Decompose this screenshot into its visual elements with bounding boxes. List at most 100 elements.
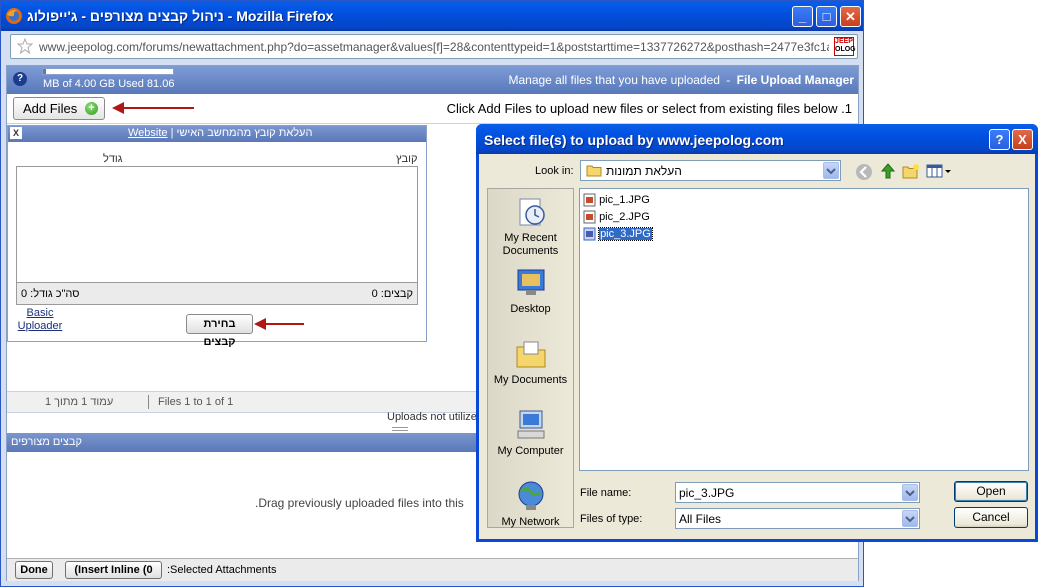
uploader-panel: X Website | העלאת קובץ מהמחשב האישי גודל…	[7, 125, 427, 348]
header-hint: Manage all files that you have uploaded	[508, 73, 720, 87]
jpg-file-icon	[583, 210, 596, 224]
bottom-bar: Done (Insert Inline (0 :Selected Attachm…	[7, 558, 858, 581]
pager-files-text: Files 1 to 1 of 1	[158, 396, 234, 408]
chevron-down-icon[interactable]	[902, 510, 918, 527]
close-icon: X	[1018, 132, 1027, 147]
dialog-help-button[interactable]: ?	[989, 129, 1010, 150]
attached-files-title: קבצים מצורפים	[11, 436, 82, 448]
place-my-documents-label: My Documents	[493, 374, 568, 386]
file-list[interactable]: pic_1.JPG pic_2.JPG pic_3.JPG	[579, 188, 1029, 471]
file-name: pic_2.JPG	[599, 211, 650, 223]
pager-page-text: עמוד 1 מתוך 1	[45, 396, 114, 408]
done-button[interactable]: Done	[15, 561, 53, 579]
site-logo-top: JEEP	[835, 38, 853, 45]
jpg-file-icon	[583, 193, 596, 207]
file-name-value: pic_3.JPG	[679, 486, 735, 500]
selected-attachments-label: :Selected Attachments	[167, 564, 277, 576]
site-logo-bottom: OLOG	[835, 46, 856, 53]
firefox-title-bar[interactable]: ניהול קבצים מצורפים - ג'ייפולוג - Mozill…	[1, 1, 863, 31]
basic-uploader-link-line2[interactable]: Uploader	[17, 320, 63, 333]
plus-icon: +	[85, 102, 98, 115]
file-name-label: File name:	[580, 487, 632, 499]
look-in-select[interactable]: העלאת תמונות	[580, 160, 841, 181]
file-name-input[interactable]: pic_3.JPG	[675, 482, 920, 503]
file-name: pic_1.JPG	[599, 194, 650, 206]
help-icon[interactable]: ?	[13, 72, 27, 86]
chevron-down-icon[interactable]	[902, 484, 918, 501]
help-icon: ?	[995, 132, 1004, 147]
uploader-header: X Website | העלאת קובץ מהמחשב האישי	[8, 126, 426, 142]
place-my-documents[interactable]: My Documents	[488, 337, 573, 387]
place-recent-label: My Recent Documents	[502, 232, 559, 257]
places-bar: My Recent Documents Desktop My Documents…	[487, 188, 574, 528]
choose-files-button[interactable]: בחירת קבצים	[186, 314, 253, 348]
jpg-file-icon	[583, 227, 596, 241]
maximize-icon: □	[822, 9, 831, 24]
minimize-button[interactable]: _	[792, 6, 813, 27]
pager-divider	[148, 395, 149, 409]
dialog-close-button[interactable]: X	[1012, 129, 1033, 150]
basic-uploader-link-line1[interactable]: Basic	[17, 307, 63, 320]
uploads-note: Uploads not utilized	[387, 411, 484, 423]
close-window-button[interactable]: ✕	[840, 6, 861, 27]
file-item[interactable]: pic_1.JPG	[583, 192, 650, 208]
place-my-computer-label: My Computer	[497, 445, 564, 457]
look-in-value: העלאת תמונות	[606, 164, 682, 178]
url-text: www.jeepolog.com/forums/newattachment.ph…	[39, 40, 829, 54]
place-desktop[interactable]: Desktop	[488, 266, 573, 316]
red-arrow-icon	[254, 318, 304, 330]
view-menu-icon[interactable]	[926, 163, 952, 179]
drag-hint: .Drag previously uploaded files into thi…	[255, 496, 464, 510]
usage-progress-fill	[43, 69, 46, 74]
bookmark-star-icon[interactable]	[17, 38, 33, 54]
col-size-header: גודל	[103, 153, 123, 165]
file-type-label: Files of type:	[580, 513, 643, 525]
dialog-title-bar[interactable]: Select file(s) to upload by www.jeepolog…	[476, 124, 1038, 154]
files-count-text: קבצים: 0	[371, 288, 413, 300]
dialog-title: Select file(s) to upload by www.jeepolog…	[484, 132, 784, 148]
cancel-button[interactable]: Cancel	[954, 507, 1028, 528]
header-title-group: Manage all files that you have uploaded …	[508, 73, 854, 87]
recent-documents-icon	[514, 195, 548, 229]
chevron-down-icon[interactable]	[823, 162, 839, 179]
manager-header: ? MB of 4.00 GB Used 81.06 Manage all fi…	[7, 66, 858, 94]
upload-queue-list[interactable]	[16, 166, 418, 283]
my-network-icon	[514, 479, 548, 513]
minimize-icon: _	[798, 9, 807, 24]
close-icon: ✕	[845, 9, 856, 24]
uploader-title: העלאת קובץ מהמחשב האישי	[176, 127, 313, 139]
insert-inline-button[interactable]: (Insert Inline (0	[65, 561, 162, 579]
website-link[interactable]: Website	[128, 127, 168, 139]
firefox-logo-icon	[5, 7, 23, 25]
maximize-button[interactable]: □	[816, 6, 837, 27]
resize-grip-icon[interactable]	[392, 427, 408, 431]
usage-progress-bar	[42, 68, 174, 75]
file-item-selected[interactable]: pic_3.JPG	[583, 226, 653, 242]
usage-text: MB of 4.00 GB Used 81.06	[43, 78, 175, 90]
place-my-network-label: My Network	[501, 516, 560, 528]
place-my-network[interactable]: My Network	[488, 479, 573, 529]
site-logo: JEEP OLOG	[834, 37, 856, 56]
total-size-text: סה"כ גודל: 0	[21, 288, 80, 300]
back-icon[interactable]	[855, 163, 873, 181]
add-files-button[interactable]: Add Files +	[13, 97, 105, 120]
desktop-icon	[514, 266, 548, 300]
look-in-label: Look in:	[535, 165, 574, 177]
header-separator: -	[726, 73, 731, 87]
folder-icon	[586, 164, 602, 177]
up-folder-icon[interactable]	[879, 162, 897, 180]
upload-queue-footer: סה"כ גודל: 0 קבצים: 0	[16, 283, 418, 305]
file-item[interactable]: pic_2.JPG	[583, 209, 650, 225]
place-recent-documents[interactable]: My Recent Documents	[488, 195, 573, 258]
url-bar[interactable]: www.jeepolog.com/forums/newattachment.ph…	[10, 34, 858, 59]
file-name: pic_3.JPG	[598, 227, 653, 241]
my-documents-icon	[514, 337, 548, 371]
instruction-text: Click Add Files to upload new files or s…	[446, 101, 852, 116]
open-button[interactable]: Open	[954, 481, 1028, 502]
place-my-computer[interactable]: My Computer	[488, 408, 573, 458]
uploader-title-separator: |	[170, 127, 174, 139]
uploader-close-button[interactable]: X	[10, 127, 22, 139]
file-type-select[interactable]: All Files	[675, 508, 920, 529]
file-dialog: Select file(s) to upload by www.jeepolog…	[476, 124, 1038, 542]
new-folder-icon[interactable]	[902, 163, 920, 179]
